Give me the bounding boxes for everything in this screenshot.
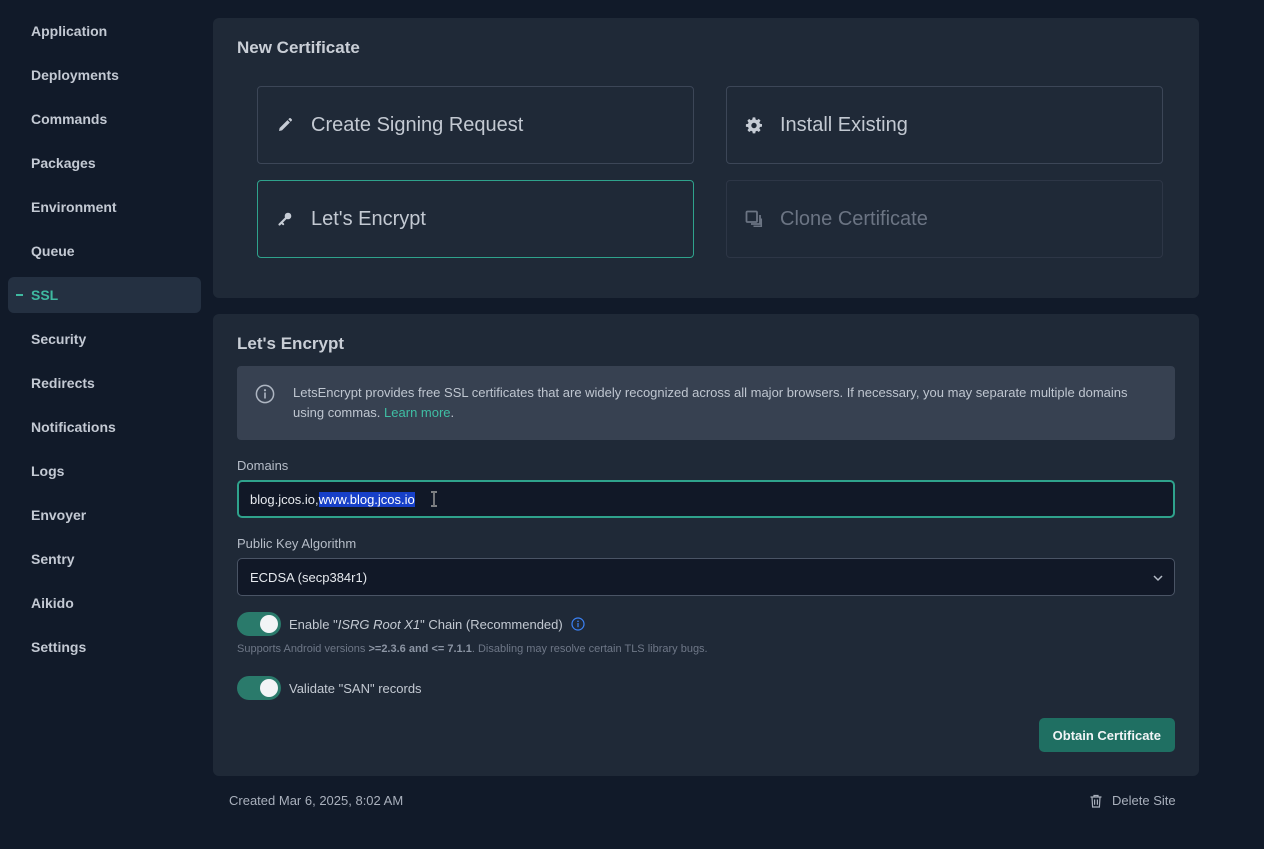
chain-label-suffix: " Chain (Recommended) [420, 616, 563, 632]
clone-certificate-option[interactable]: Clone Certificate [726, 180, 1163, 258]
sidebar-item-envoyer[interactable]: Envoyer [8, 497, 201, 533]
active-indicator [16, 294, 23, 296]
chain-hint: Supports Android versions >=2.3.6 and <=… [237, 643, 708, 655]
copy-icon [745, 210, 763, 228]
sidebar-item-queue[interactable]: Queue [8, 233, 201, 269]
sidebar-item-notifications[interactable]: Notifications [8, 409, 201, 445]
info-circle-icon[interactable] [571, 617, 585, 631]
trash-icon [1090, 794, 1102, 808]
option-label: Install Existing [780, 113, 908, 136]
sidebar-item-application[interactable]: Application [8, 13, 201, 49]
sidebar-item-label: Environment [31, 199, 117, 215]
sidebar-item-label: Settings [31, 639, 87, 655]
learn-more-link[interactable]: Learn more [384, 405, 450, 420]
hint-suffix: . Disabling may resolve certain TLS libr… [471, 643, 708, 655]
panel-title: Let's Encrypt [237, 334, 345, 353]
domains-input[interactable]: blog.jcos.io, www.blog.jcos.io [237, 480, 1175, 518]
obtain-certificate-button[interactable]: Obtain Certificate [1038, 718, 1175, 752]
algorithm-label: Public Key Algorithm [237, 536, 357, 551]
option-label: Let's Encrypt [311, 207, 426, 230]
chain-label-prefix: Enable " [289, 616, 338, 632]
pencil-icon [276, 116, 294, 134]
sidebar-item-label: SSL [31, 287, 59, 303]
hint-versions: >=2.3.6 and <= 7.1.1 [368, 643, 472, 655]
chain-toggle-label: Enable "ISRG Root X1" Chain (Recommended… [289, 617, 563, 632]
sidebar: Application Deployments Commands Package… [0, 13, 213, 673]
sidebar-item-label: Packages [31, 155, 96, 171]
info-suffix: . [450, 405, 455, 420]
isrg-chain-toggle[interactable] [237, 612, 281, 636]
algorithm-select[interactable]: ECDSA (secp384r1) [237, 558, 1175, 596]
san-toggle-row: Validate "SAN" records [237, 676, 422, 700]
info-text: LetsEncrypt provides free SSL certificat… [293, 383, 1151, 423]
info-box: LetsEncrypt provides free SSL certificat… [237, 366, 1175, 440]
install-existing-option[interactable]: Install Existing [726, 86, 1163, 164]
sidebar-item-label: Logs [31, 463, 65, 479]
sidebar-item-ssl[interactable]: SSL [8, 277, 201, 313]
sidebar-item-settings[interactable]: Settings [8, 629, 201, 665]
sidebar-item-label: Application [31, 23, 108, 39]
validate-san-toggle[interactable] [237, 676, 281, 700]
option-label: Clone Certificate [780, 207, 928, 230]
create-signing-request-option[interactable]: Create Signing Request [257, 86, 694, 164]
sidebar-item-label: Queue [31, 243, 75, 259]
chain-label-emphasis: ISRG Root X1 [337, 616, 421, 632]
sidebar-item-sentry[interactable]: Sentry [8, 541, 201, 577]
panel-title: New Certificate [237, 38, 360, 57]
sidebar-item-packages[interactable]: Packages [8, 145, 201, 181]
sidebar-item-label: Security [31, 331, 87, 347]
gear-icon [745, 116, 763, 134]
lets-encrypt-option[interactable]: Let's Encrypt [257, 180, 694, 258]
chevron-down-icon [1152, 572, 1164, 584]
sidebar-item-label: Notifications [31, 419, 116, 435]
sidebar-item-label: Redirects [31, 375, 95, 391]
lets-encrypt-panel: Let's Encrypt LetsEncrypt provides free … [213, 314, 1199, 776]
sidebar-item-redirects[interactable]: Redirects [8, 365, 201, 401]
new-certificate-panel: New Certificate Create Signing Request I… [213, 18, 1199, 298]
toggle-knob [260, 679, 278, 697]
info-icon [255, 384, 275, 404]
domains-selected-text: www.blog.jcos.io [318, 491, 415, 507]
key-icon [276, 210, 294, 228]
delete-site-button[interactable]: Delete Site [1089, 793, 1176, 808]
chain-toggle-row: Enable "ISRG Root X1" Chain (Recommended… [237, 612, 585, 636]
sidebar-item-commands[interactable]: Commands [8, 101, 201, 137]
sidebar-item-aikido[interactable]: Aikido [8, 585, 201, 621]
algorithm-value: ECDSA (secp384r1) [250, 569, 368, 585]
hint-prefix: Supports Android versions [237, 643, 369, 655]
sidebar-item-label: Commands [31, 111, 108, 127]
san-toggle-label: Validate "SAN" records [289, 680, 422, 696]
sidebar-item-label: Deployments [31, 67, 119, 83]
option-label: Create Signing Request [311, 113, 524, 136]
sidebar-item-environment[interactable]: Environment [8, 189, 201, 225]
sidebar-item-label: Envoyer [31, 507, 87, 523]
domains-label: Domains [237, 458, 289, 473]
toggle-knob [260, 615, 278, 633]
created-timestamp: Created Mar 6, 2025, 8:02 AM [229, 793, 404, 808]
delete-site-label: Delete Site [1112, 793, 1176, 808]
sidebar-item-label: Aikido [31, 595, 74, 611]
sidebar-item-logs[interactable]: Logs [8, 453, 201, 489]
text-cursor-icon [430, 491, 438, 507]
domains-text: blog.jcos.io, [250, 491, 319, 507]
sidebar-item-security[interactable]: Security [8, 321, 201, 357]
sidebar-item-label: Sentry [31, 551, 75, 567]
sidebar-item-deployments[interactable]: Deployments [8, 57, 201, 93]
